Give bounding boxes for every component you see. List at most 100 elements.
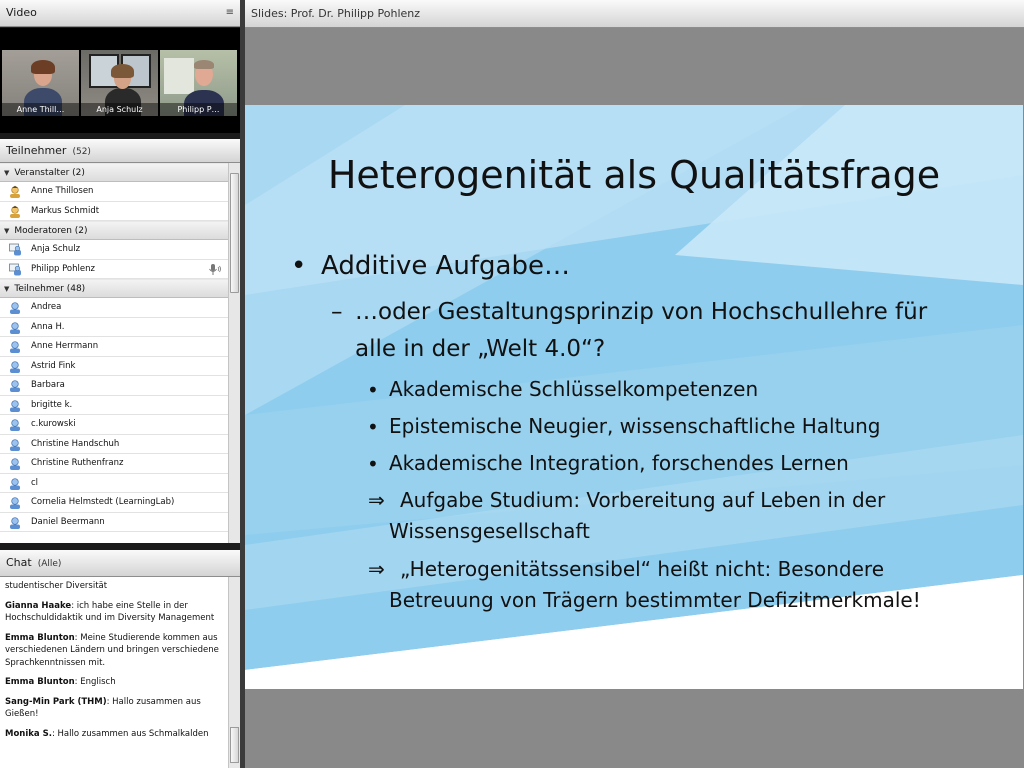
video-pod-title: Video [6, 6, 37, 19]
attendee-row[interactable]: brigitte k. [0, 396, 228, 415]
bullet-dot: • [367, 415, 379, 439]
slide-point: Akademische Schlüsselkompetenzen [389, 377, 759, 401]
slide-conclusion: „Heterogenitätssensibel“ heißt nicht: Be… [400, 557, 885, 581]
chat-text: : Hallo zusammen aus Schmalkalden [51, 728, 209, 739]
attendee-group-label: Veranstalter (2) [14, 168, 85, 178]
participant-icon [9, 418, 21, 431]
implies-arrow-icon: ⇒ [368, 557, 385, 581]
attendee-row[interactable]: Astrid Fink [0, 357, 228, 376]
chat-message: Emma Blunton: Englisch [0, 673, 228, 693]
attendee-row[interactable]: Anja Schulz [0, 240, 228, 260]
video-thumbnail[interactable]: Philipp P… [160, 50, 237, 116]
attendee-name: Anja Schulz [31, 244, 81, 254]
chat-scrollbar[interactable] [228, 577, 240, 768]
attendee-name: Andrea [31, 302, 62, 312]
slide-point: Akademische Integration, forschendes Ler… [389, 451, 849, 475]
collapse-triangle-icon[interactable]: ▼ [4, 285, 9, 293]
slides-pod-title: Slides: Prof. Dr. Philipp Pohlenz [251, 7, 421, 20]
attendee-name: Daniel Beermann [31, 516, 105, 527]
attendee-name: Anna H. [31, 321, 65, 332]
video-name-label: Anne Thill… [2, 103, 79, 116]
attendee-pod-header: Teilnehmer (52) [0, 139, 240, 163]
attendee-row[interactable]: Daniel Beermann [0, 513, 228, 532]
attendee-row[interactable]: Barbara [0, 376, 228, 396]
bullet-dot: • [367, 378, 379, 402]
attendee-group-header[interactable]: ▼ Teilnehmer (48) [0, 279, 228, 298]
attendee-pod-title: Teilnehmer [6, 144, 67, 157]
participant-icon [9, 301, 21, 314]
participant-icon [9, 399, 21, 412]
chat-message: Sang-Min Park (THM): Hallo zusammen aus … [0, 693, 228, 725]
bullet-dot: • [367, 452, 379, 476]
participant-icon [9, 340, 21, 353]
implies-arrow-icon: ⇒ [368, 488, 385, 512]
attendee-row[interactable]: Markus Schmidt [0, 202, 228, 221]
chat-messages: studentischer Diversität Gianna Haake: ic… [0, 577, 228, 768]
attendee-name: Anne Thillosen [31, 186, 94, 196]
participant-icon [9, 496, 21, 509]
slide-subbullet-cont: alle in der „Welt 4.0“? [355, 336, 606, 362]
scroll-thumb[interactable] [230, 173, 239, 293]
attendee-name: Philipp Pohlenz [31, 263, 95, 274]
microphone-speaking-icon [208, 263, 222, 276]
attendee-row[interactable]: Cornelia Helmstedt (LearningLab) [0, 493, 228, 513]
video-thumbnail[interactable]: Anja Schulz [81, 50, 158, 116]
collapse-triangle-icon[interactable]: ▼ [4, 169, 9, 177]
attendee-name: cl [31, 477, 39, 488]
attendee-row[interactable]: Anna H. [0, 318, 228, 337]
slide-canvas: Heterogenität als Qualitätsfrage • Addit… [245, 105, 1023, 689]
slide-conclusion-cont: Betreuung von Trägern bestimmter Defizit… [389, 588, 921, 612]
attendee-row[interactable]: Andrea [0, 298, 228, 318]
scroll-thumb[interactable] [230, 727, 239, 763]
participant-icon [9, 477, 21, 490]
attendee-scrollbar[interactable] [228, 163, 240, 543]
pod-menu-icon[interactable]: ≡ [226, 0, 234, 26]
participant-icon [9, 360, 21, 373]
host-icon [9, 205, 21, 218]
attendee-row[interactable]: Anne Thillosen [0, 182, 228, 202]
attendee-row[interactable]: cl [0, 474, 228, 493]
chat-pod-title: Chat [6, 556, 32, 569]
slide-title: Heterogenität als Qualitätsfrage [327, 153, 941, 197]
chat-message: Emma Blunton: Meine Studierende kommen a… [0, 629, 228, 674]
attendee-row[interactable]: Christine Ruthenfranz [0, 454, 228, 474]
attendee-row[interactable]: Philipp Pohlenz [0, 260, 228, 279]
chat-filter[interactable]: (Alle) [38, 559, 62, 569]
attendee-name: Cornelia Helmstedt (LearningLab) [31, 497, 175, 507]
attendee-count: (52) [72, 147, 91, 157]
collapse-triangle-icon[interactable]: ▼ [4, 227, 9, 235]
attendee-name: Christine Handschuh [31, 438, 120, 449]
presenter-icon [9, 263, 21, 276]
attendee-name: Astrid Fink [31, 360, 76, 371]
participant-icon [9, 379, 21, 392]
chat-sender: Sang-Min Park (THM) [5, 696, 107, 707]
attendee-name: brigitte k. [31, 399, 73, 410]
slide-point: Epistemische Neugier, wissenschaftliche … [389, 414, 881, 438]
video-name-label: Philipp P… [160, 103, 237, 116]
participant-icon [9, 321, 21, 334]
participant-icon [9, 457, 21, 470]
attendee-list: ▼ Veranstalter (2) Anne Thillosen Markus Sc… [0, 163, 240, 543]
attendee-group-label: Moderatoren (2) [14, 226, 88, 236]
presenter-icon [9, 243, 21, 256]
attendee-row[interactable]: Anne Herrmann [0, 337, 228, 357]
chat-sender: Emma Blunton [5, 632, 75, 643]
slide-conclusion: Aufgabe Studium: Vorbereitung auf Leben … [400, 488, 886, 512]
bullet-dot: • [291, 251, 307, 281]
chat-text: studentischer Diversität [5, 581, 108, 591]
slide-bullet: Additive Aufgabe… [321, 251, 570, 281]
attendee-row[interactable]: Christine Handschuh [0, 435, 228, 454]
participant-icon [9, 438, 21, 451]
host-icon [9, 185, 21, 198]
dash-marker: – [331, 299, 343, 325]
attendee-name: Markus Schmidt [31, 205, 100, 216]
slides-pod-header: Slides: Prof. Dr. Philipp Pohlenz [245, 0, 1024, 28]
attendee-name: Christine Ruthenfranz [31, 458, 124, 468]
attendee-group-header[interactable]: ▼ Veranstalter (2) [0, 163, 228, 182]
attendee-row[interactable]: c.kurowski [0, 415, 228, 435]
attendee-group-label: Teilnehmer (48) [14, 284, 86, 294]
slide-subbullet: …oder Gestaltungsprinzip von Hochschulle… [355, 299, 928, 325]
attendee-group-header[interactable]: ▼ Moderatoren (2) [0, 221, 228, 240]
chat-pod-header: Chat (Alle) [0, 550, 240, 577]
video-thumbnail[interactable]: Anne Thill… [2, 50, 79, 116]
